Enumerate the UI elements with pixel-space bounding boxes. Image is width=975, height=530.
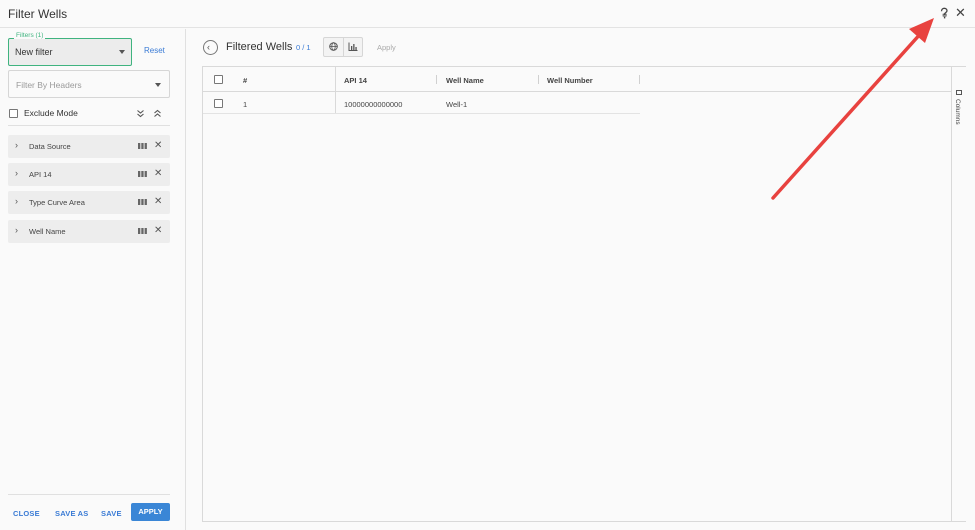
window-title: Filter Wells (8, 7, 68, 21)
column-header-api-14[interactable]: API 14 (344, 76, 367, 85)
save-as-button[interactable]: SAVE AS (55, 509, 89, 518)
cell-api-14: 10000000000000 (344, 100, 403, 109)
filter-by-headers-select[interactable]: Filter By Headers (8, 70, 170, 98)
filtered-wells-count: 0 / 1 (296, 43, 311, 52)
divider (343, 38, 344, 56)
remove-filter-icon[interactable]: ✕ (154, 196, 162, 208)
column-separator[interactable] (639, 75, 640, 84)
cell-index: 1 (243, 100, 248, 109)
filter-select-value: New filter (15, 47, 53, 57)
row-checkbox[interactable] (214, 99, 223, 108)
wells-table: # API 14 Well Name Well Number 1 1000000… (202, 66, 966, 522)
expand-all-icon[interactable] (136, 109, 145, 118)
apply-button[interactable]: APPLY (131, 503, 170, 521)
view-toggle-group (323, 37, 363, 57)
select-all-checkbox[interactable] (214, 75, 223, 84)
filter-item-well-name[interactable]: › Well Name ✕ (8, 220, 170, 243)
column-separator[interactable] (436, 75, 437, 84)
filter-select[interactable]: Filters (1) New filter (8, 32, 132, 66)
chevron-right-icon[interactable]: › (15, 225, 18, 235)
caret-down-icon (155, 83, 161, 87)
divider (8, 125, 170, 126)
chevron-right-icon[interactable]: › (15, 168, 18, 178)
filter-item-label: Data Source (29, 142, 71, 151)
filter-item-data-source[interactable]: › Data Source ✕ (8, 135, 170, 158)
cell-well-name: Well-1 (446, 100, 468, 109)
column-header-index[interactable]: # (243, 76, 247, 85)
back-button[interactable]: ‹ (203, 40, 218, 55)
filter-by-headers-placeholder: Filter By Headers (16, 80, 82, 90)
apply-link-disabled[interactable]: Apply (377, 43, 396, 52)
remove-filter-icon[interactable]: ✕ (154, 168, 162, 180)
save-button[interactable]: SAVE (101, 509, 122, 518)
column-separator[interactable] (538, 75, 539, 84)
filter-sidebar: Filters (1) New filter Reset Filter By H… (0, 29, 186, 530)
columns-grid-icon[interactable] (138, 143, 147, 149)
remove-filter-icon[interactable]: ✕ (154, 225, 162, 237)
caret-down-icon (119, 50, 125, 54)
filter-item-type-curve-area[interactable]: › Type Curve Area ✕ (8, 191, 170, 214)
exclude-mode-label: Exclude Mode (24, 108, 78, 118)
close-icon[interactable]: ✕ (955, 6, 966, 20)
globe-icon[interactable] (329, 42, 338, 51)
exclude-mode-row: Exclude Mode (8, 106, 170, 122)
filter-item-label: API 14 (29, 170, 52, 179)
reset-button[interactable]: Reset (144, 46, 165, 55)
collapse-all-icon[interactable] (153, 109, 162, 118)
column-header-well-name[interactable]: Well Name (446, 76, 484, 85)
chart-icon[interactable] (348, 42, 358, 51)
chevron-left-icon: ‹ (207, 42, 210, 52)
title-bar: Filter Wells ✕ (0, 0, 975, 28)
filter-item-label: Type Curve Area (29, 198, 85, 207)
filter-item-api-14[interactable]: › API 14 ✕ (8, 163, 170, 186)
remove-filter-icon[interactable]: ✕ (154, 140, 162, 152)
close-button[interactable]: CLOSE (13, 509, 40, 518)
filter-item-label: Well Name (29, 227, 66, 236)
exclude-mode-checkbox[interactable] (9, 109, 18, 118)
columns-side-tab[interactable]: Columns (951, 67, 966, 521)
chevron-right-icon[interactable]: › (15, 196, 18, 206)
filtered-wells-title: Filtered Wells (226, 41, 293, 53)
columns-grid-icon[interactable] (138, 199, 147, 205)
table-row[interactable]: 1 10000000000000 Well-1 (203, 93, 640, 114)
filter-select-legend: Filters (1) (14, 32, 46, 39)
columns-grid-icon[interactable] (138, 171, 147, 177)
help-icon[interactable] (938, 7, 950, 20)
chevron-right-icon[interactable]: › (15, 140, 18, 150)
columns-side-tab-label: Columns (954, 99, 961, 125)
column-header-well-number[interactable]: Well Number (547, 76, 593, 85)
columns-grid-icon[interactable] (138, 228, 147, 234)
table-header: # API 14 Well Name Well Number (203, 67, 951, 92)
columns-icon (956, 90, 962, 95)
divider (8, 494, 170, 495)
